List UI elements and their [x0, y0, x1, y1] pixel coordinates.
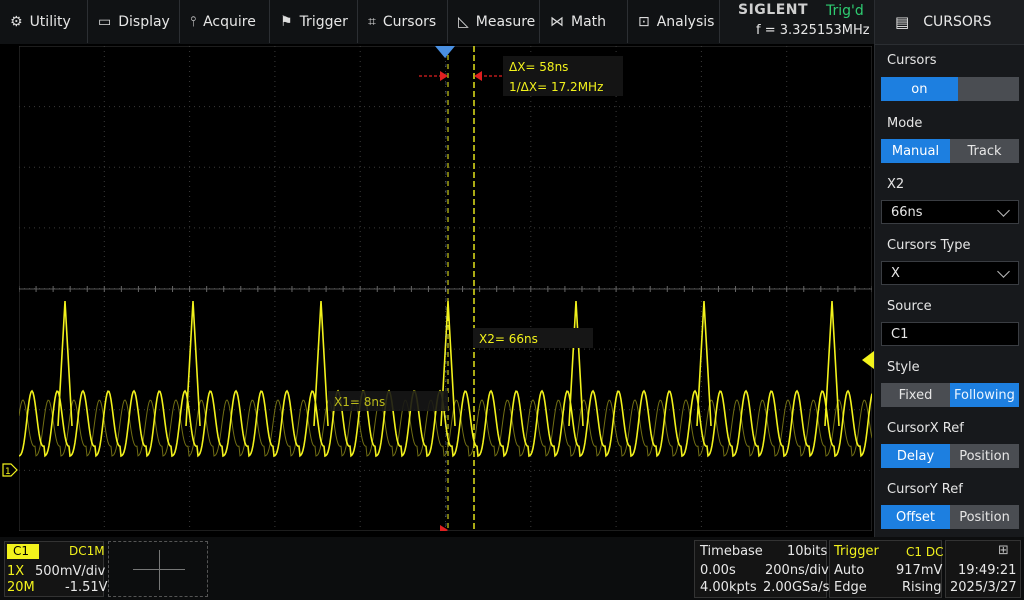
menu-analysis[interactable]: ⊡ Analysis	[628, 0, 720, 43]
menu-math[interactable]: ⋈ Math	[540, 0, 628, 43]
plus-icon-vertical	[159, 550, 160, 590]
clock-time: 19:49:21	[958, 563, 1017, 578]
cursors-label: Cursors	[887, 53, 937, 68]
clock-info: ⊞ 19:49:21 2025/3/27	[945, 540, 1021, 598]
timebase-sample-rate: 2.00GSa/s	[763, 580, 830, 595]
menu-measure[interactable]: ◺ Measure	[448, 0, 540, 43]
svg-text:1: 1	[5, 467, 11, 477]
channel-offset: -1.51V	[65, 580, 108, 595]
status-bar: C1 DC1M 1X 500mV/div 20M -1.51V Timebase…	[0, 537, 1024, 600]
menu-label: Math	[571, 13, 607, 30]
channel-ground-marker[interactable]: 1	[2, 462, 18, 478]
timebase-scale: 200ns/div	[765, 563, 829, 578]
menu-label: Cursors	[382, 13, 437, 30]
analysis-icon: ⊡	[638, 13, 650, 30]
x1-readout: X1= 8ns	[334, 395, 385, 409]
x2-dropdown[interactable]: 66ns	[881, 200, 1019, 224]
cursory-ref-selector[interactable]: Offset Position	[881, 505, 1019, 529]
ruler-icon: ◺	[458, 13, 469, 30]
siglent-logo: SIGLENT	[738, 2, 809, 18]
frequency-readout: f = 3.325153MHz	[756, 23, 870, 38]
add-channel-button[interactable]	[108, 541, 208, 597]
style-following-option[interactable]: Following	[950, 383, 1019, 407]
channel-scale: 500mV/div	[35, 564, 106, 579]
flag-icon: ⚑	[280, 13, 293, 30]
cursors-panel: ▤ CURSORS Cursors on Mode Manual Track X…	[874, 0, 1024, 537]
waveform-display[interactable]: ΔX= 58ns 1/ΔX= 17.2MHz X2= 66ns X1= 8ns	[19, 46, 872, 531]
menu-display[interactable]: ▭ Display	[88, 0, 180, 43]
trigger-level-marker[interactable]	[862, 351, 874, 369]
cursorx-ref-delay-option[interactable]: Delay	[881, 444, 950, 468]
cursory-ref-offset-option[interactable]: Offset	[881, 505, 950, 529]
x2-label: X2	[887, 177, 905, 192]
cursors-off-option[interactable]	[957, 77, 1019, 101]
clock-date: 2025/3/27	[950, 580, 1017, 595]
x2-value: 66ns	[891, 204, 923, 220]
trigger-source: C1 DC	[906, 545, 944, 559]
acquire-icon: ⫯	[190, 13, 197, 30]
trigger-status: Trig'd	[826, 3, 864, 19]
mode-track-option[interactable]: Track	[950, 139, 1019, 163]
menu-label: Utility	[29, 13, 71, 30]
mode-selector[interactable]: Manual Track	[881, 139, 1019, 163]
network-icon: ⊞	[998, 543, 1009, 558]
math-icon: ⋈	[550, 13, 564, 30]
timebase-delay: 0.00s	[700, 563, 736, 578]
cursors-type-dropdown[interactable]: X	[881, 261, 1019, 285]
trigger-slope: Rising	[902, 580, 942, 595]
delta-x-readout: ΔX= 58ns	[509, 60, 568, 74]
menu-label: Analysis	[656, 13, 715, 30]
trigger-mode: Auto	[834, 563, 865, 578]
menu-label: Measure	[475, 13, 536, 30]
panel-title: CURSORS	[923, 14, 992, 30]
channel-coupling: DC1M	[69, 544, 105, 558]
monitor-icon: ▭	[98, 13, 112, 30]
crosshair-icon: ⌗	[368, 13, 376, 30]
mode-manual-option[interactable]: Manual	[881, 139, 950, 163]
document-icon: ▤	[895, 13, 910, 31]
channel1-info[interactable]: C1 DC1M 1X 500mV/div 20M -1.51V	[4, 541, 108, 597]
menu-acquire[interactable]: ⫯ Acquire	[180, 0, 270, 43]
cursors-type-label: Cursors Type	[887, 238, 971, 253]
timebase-label: Timebase	[700, 544, 763, 559]
mode-label: Mode	[887, 116, 923, 131]
x2-readout: X2= 66ns	[479, 332, 538, 346]
menu-label: Display	[118, 13, 170, 30]
menu-label: Acquire	[203, 13, 256, 30]
panel-header: ▤ CURSORS	[875, 0, 1024, 45]
timebase-points: 4.00kpts	[700, 580, 757, 595]
cursors-type-value: X	[891, 265, 900, 281]
inverse-delta-x-readout: 1/ΔX= 17.2MHz	[509, 80, 603, 94]
menu-cursors[interactable]: ⌗ Cursors	[358, 0, 448, 43]
cursorx-ref-position-option[interactable]: Position	[950, 444, 1019, 468]
source-value: C1	[891, 326, 909, 342]
trigger-label: Trigger	[834, 544, 879, 559]
cursors-toggle[interactable]: on	[881, 77, 1019, 101]
chevron-down-icon	[997, 204, 1010, 217]
timebase-info[interactable]: Timebase 10bits 0.00s 200ns/div 4.00kpts…	[694, 540, 830, 598]
channel-probe: 1X	[7, 564, 25, 579]
chevron-down-icon	[997, 265, 1010, 278]
cursorx-ref-label: CursorX Ref	[887, 421, 964, 436]
style-fixed-option[interactable]: Fixed	[881, 383, 950, 407]
menu-label: Trigger	[299, 13, 348, 30]
cursorx-ref-selector[interactable]: Delay Position	[881, 444, 1019, 468]
trigger-level: 917mV	[896, 563, 943, 578]
cursory-ref-position-option[interactable]: Position	[950, 505, 1019, 529]
channel-name: C1	[13, 544, 30, 558]
cursors-on-option[interactable]: on	[881, 77, 958, 101]
source-field[interactable]: C1	[881, 322, 1019, 346]
style-label: Style	[887, 360, 920, 375]
channel-bandwidth: 20M	[7, 580, 35, 595]
menu-trigger[interactable]: ⚑ Trigger	[270, 0, 358, 43]
menu-utility[interactable]: ⚙ Utility	[0, 0, 88, 43]
trigger-type: Edge	[834, 580, 867, 595]
trigger-info[interactable]: Trigger C1 DC Auto 917mV Edge Rising	[829, 540, 944, 598]
cursory-ref-label: CursorY Ref	[887, 482, 963, 497]
source-label: Source	[887, 299, 932, 314]
timebase-bits: 10bits	[787, 544, 828, 559]
style-selector[interactable]: Fixed Following	[881, 383, 1019, 407]
brand-status: SIGLENT Trig'd f = 3.325153MHz	[720, 0, 874, 44]
gear-icon: ⚙	[10, 13, 23, 30]
